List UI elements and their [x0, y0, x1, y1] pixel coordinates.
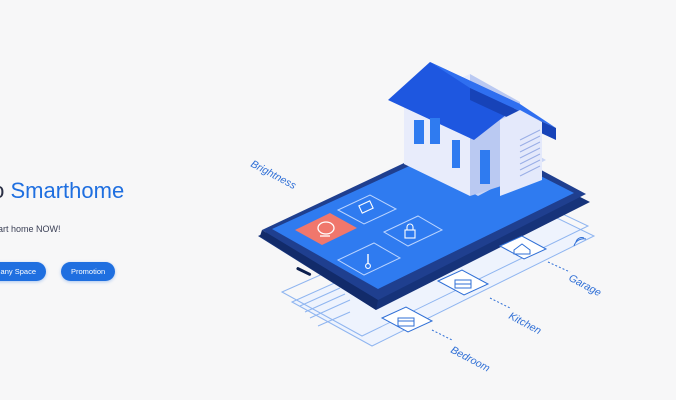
brightness-label: Brightness	[249, 158, 299, 192]
garage-label: Garage	[567, 272, 604, 299]
smarthome-illustration: Brightness Garage Kitchen Bedroom	[249, 62, 604, 375]
kitchen-label: Kitchen	[507, 310, 544, 337]
bedroom-label: Bedroom	[449, 344, 492, 375]
